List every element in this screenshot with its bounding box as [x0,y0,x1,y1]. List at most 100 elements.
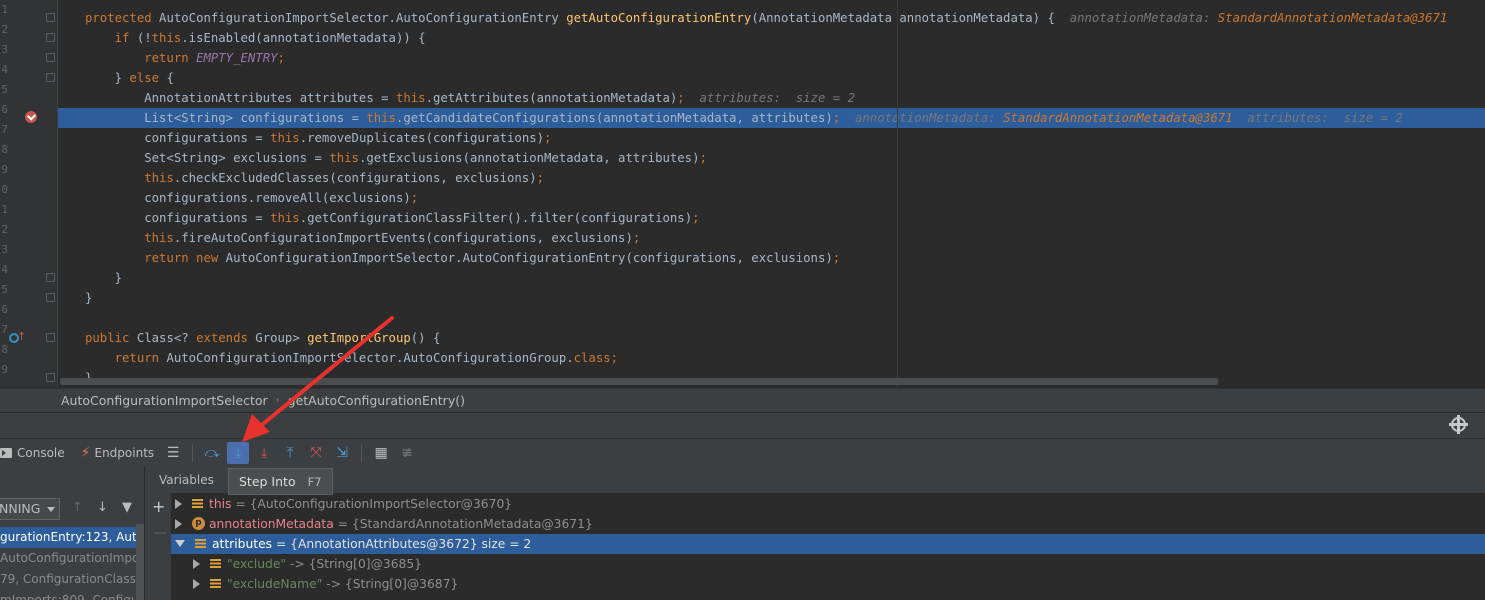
add-watch-icon[interactable]: + [152,497,165,516]
code-line[interactable]: configurations.removeAll(exclusions); [58,188,1485,208]
code-line[interactable]: if (!this.isEnabled(annotationMetadata))… [58,28,1485,48]
editor-gutter[interactable]: 1 2 3 4 5 6 7 8 9 0 1 2 3 4 5 6 7 8 9 ↑ [0,0,58,388]
expand-right-icon[interactable] [193,578,200,589]
line-number: 4 [1,263,8,276]
tab-endpoints-label: Endpoints [94,445,155,460]
code-token: ; [277,51,285,65]
fold-marker-icon[interactable] [46,373,55,382]
crosshair-settings-icon[interactable] [1449,415,1468,434]
frame-item[interactable]: AutoConfigurationImpor [0,548,144,569]
code-line[interactable]: this.fireAutoConfigurationImportEvents(c… [58,228,1485,248]
code-line-current[interactable]: List<String> configurations = this.getCa… [58,108,1485,128]
frame-item[interactable]: gurationEntry:123, AutoC [0,527,144,548]
variable-row[interactable]: this = {AutoConfigurationImportSelector@… [171,494,1485,514]
code-token: this [151,31,182,45]
variable-row[interactable]: "exclude" -> {String[0]@3685} [171,554,1485,574]
expand-down-icon[interactable] [175,540,185,547]
filter-icon[interactable]: ▼ [122,500,132,515]
code-token: getImportGroup [307,331,411,345]
fold-marker-icon[interactable] [46,273,55,282]
code-line[interactable]: } [58,288,1485,308]
code-token: attributes: size = 2 [699,91,855,105]
code-token: configurations.removeAll(exclusions) [85,191,411,205]
code-line[interactable]: public Class<? extends Group> getImportG… [58,328,1485,348]
code-line[interactable]: this.checkExcludedClasses(configurations… [58,168,1485,188]
breadcrumb: AutoConfigurationImportSelector › getAut… [0,388,1485,412]
tab-console[interactable]: Console [0,439,71,467]
step-into-button[interactable]: ⤓ [227,441,250,464]
run-to-cursor-button[interactable]: ⇲ [331,442,353,464]
code-token: ; [536,171,545,185]
evaluate-expression-button[interactable]: ▦ [370,442,392,464]
code-token: this [85,171,174,185]
trace-button[interactable]: ≢ [396,442,418,464]
line-number: 5 [1,83,8,96]
fold-marker-icon[interactable] [46,293,55,302]
remove-watch-icon[interactable]: — [153,525,167,541]
code-token: return [85,51,197,65]
code-line[interactable]: Set<String> exclusions = this.getExclusi… [58,148,1485,168]
chevron-right-icon: › [275,395,280,406]
step-out-button[interactable]: ⤒ [279,442,301,464]
code-line[interactable]: return new AutoConfigurationImportSelect… [58,248,1485,268]
code-line[interactable]: } [58,268,1485,288]
fold-marker-icon[interactable] [46,333,55,342]
variable-value: {String[0]@3685} [308,557,422,571]
step-over-button[interactable]: ⤼ [201,442,223,464]
breakpoint-icon[interactable] [25,111,37,123]
thread-selector[interactable]: NNING [0,498,60,520]
variables-title: Variables [159,473,214,487]
variable-value: {StandardAnnotationMetadata@3671} [351,517,593,531]
code-line[interactable]: configurations = this.getConfigurationCl… [58,208,1485,228]
frames-scrollbar[interactable] [136,524,144,600]
arrow-up-icon[interactable]: ↑ [72,500,83,515]
thread-state: NNING [0,501,41,516]
expand-right-icon[interactable] [175,498,182,509]
variable-row[interactable]: attributes = {AnnotationAttributes@3672}… [171,534,1485,554]
frame-item[interactable]: mImports:809, Configurat [0,590,144,600]
frame-item[interactable]: 79, ConfigurationClassPa [0,569,144,590]
code-token: getAutoConfigurationEntry [566,11,752,25]
code-line[interactable]: AnnotationAttributes attributes = this.g… [58,88,1485,108]
code-line[interactable]: } else { [58,68,1485,88]
line-number: 8 [1,343,8,356]
code-token: configurations = [85,131,271,145]
code-token: StandardAnnotationMetadata@3671 [1217,11,1448,25]
arrow-down-icon[interactable]: ↓ [97,500,108,515]
code-line[interactable]: protected AutoConfigurationImportSelecto… [58,8,1485,28]
code-line[interactable]: return AutoConfigurationImportSelector.A… [58,348,1485,368]
breadcrumb-class[interactable]: AutoConfigurationImportSelector [61,393,268,408]
override-arrow-icon: ↑ [17,330,27,343]
code-token: Set<String> exclusions = [85,151,330,165]
horizontal-scrollbar[interactable] [60,378,1218,385]
code-token: ; [692,211,700,225]
code-line[interactable]: return EMPTY_ENTRY; [58,48,1485,68]
variable-row[interactable]: p annotationMetadata = {StandardAnnotatio… [171,514,1485,534]
code-token: attributes: size = 2 [1232,111,1403,125]
parameter-icon: p [192,517,205,530]
debug-toolbar: Console ⚡ Endpoints ☰ ⤼ ⤓ ⤓ ⤒ ⤧ ⇲ ▦ ≢ [0,438,1485,466]
code-token: EMPTY_ENTRY [196,51,278,65]
fold-marker-icon[interactable] [46,33,55,42]
code-token: .getExclusions(annotationMetadata, attri… [358,151,700,165]
force-step-into-button[interactable]: ⤓ [253,442,275,464]
code-token: ; [610,351,619,365]
fold-marker-icon[interactable] [46,53,55,62]
variables-panel: Variables + — this = {AutoConfigurationI… [145,466,1485,600]
line-number: 1 [1,3,8,16]
fold-marker-icon[interactable] [46,73,55,82]
drop-frame-button[interactable]: ⤧ [305,442,327,464]
line-number: 9 [1,363,8,376]
tab-endpoints[interactable]: ⚡ Endpoints [71,439,161,467]
variable-name: this [209,497,232,511]
code-token: extends [196,331,256,345]
code-editor[interactable]: 1 2 3 4 5 6 7 8 9 0 1 2 3 4 5 6 7 8 9 ↑ protected AutoConf… [0,0,1485,388]
variable-row[interactable]: "excludeName" -> {String[0]@3687} [171,574,1485,594]
code-line[interactable]: configurations = this.removeDuplicates(c… [58,128,1485,148]
code-line[interactable] [58,308,1485,328]
expand-right-icon[interactable] [175,518,182,529]
fold-marker-icon[interactable] [46,13,55,22]
menu-icon[interactable]: ☰ [162,442,184,464]
breadcrumb-method[interactable]: getAutoConfigurationEntry() [288,393,465,408]
expand-right-icon[interactable] [193,558,200,569]
